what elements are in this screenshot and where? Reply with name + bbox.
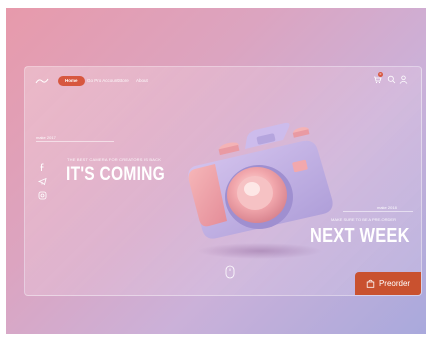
left-headline: IT'S COMING bbox=[66, 164, 166, 185]
instagram-icon[interactable] bbox=[38, 191, 47, 200]
page-background: Home Go Pro Account Store About 0 make 2… bbox=[6, 8, 426, 334]
nav-link-store[interactable]: Store bbox=[118, 77, 129, 85]
hero-card: Home Go Pro Account Store About 0 make 2… bbox=[24, 66, 422, 296]
preorder-button[interactable]: Preorder bbox=[355, 272, 421, 295]
right-subtitle: MAKE SURE TO BE A PRE-ORDER bbox=[331, 217, 396, 222]
mouse-scroll-icon[interactable] bbox=[225, 265, 235, 279]
left-divider bbox=[36, 141, 114, 142]
user-icon[interactable] bbox=[399, 75, 408, 84]
nav-home-button[interactable]: Home bbox=[58, 76, 85, 86]
right-headline: NEXT WEEK bbox=[310, 225, 410, 247]
shopping-bag-icon bbox=[366, 279, 375, 288]
left-subtitle: THE BEST CAMERA FOR CREATORS IS BACK bbox=[67, 157, 162, 162]
nav-link-about[interactable]: About bbox=[136, 77, 148, 85]
right-tag: make 2018 bbox=[377, 205, 397, 210]
right-divider bbox=[343, 211, 413, 212]
search-icon[interactable] bbox=[387, 75, 396, 84]
logo-icon[interactable] bbox=[35, 77, 49, 85]
telegram-icon[interactable] bbox=[38, 177, 47, 186]
left-tag: make 2017 bbox=[36, 135, 56, 140]
cart-count-badge: 0 bbox=[378, 72, 383, 77]
preorder-label: Preorder bbox=[378, 279, 411, 288]
nav-link-go-pro-account[interactable]: Go Pro Account bbox=[87, 77, 119, 85]
facebook-icon[interactable] bbox=[38, 163, 47, 172]
